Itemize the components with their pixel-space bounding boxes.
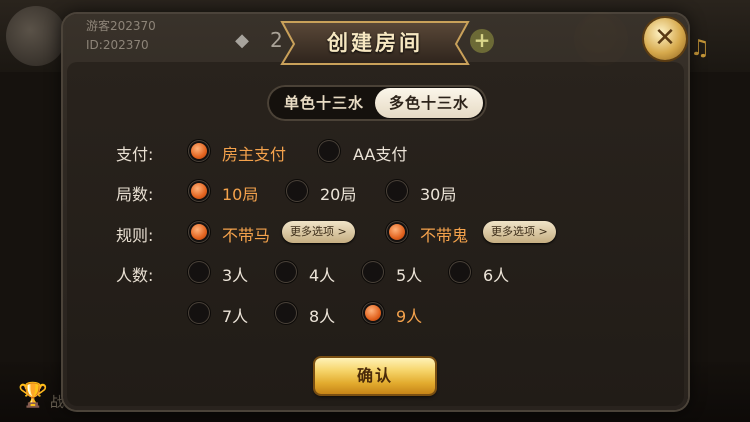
players-4-radio[interactable] [275, 261, 297, 283]
close-icon: ✕ [654, 23, 676, 53]
tab-multi-color[interactable]: 多色十三水 [375, 88, 483, 118]
players-label: 人数: [116, 266, 154, 285]
avatar[interactable] [6, 6, 66, 66]
players-3-label[interactable]: 3人 [222, 262, 248, 286]
payment-label: 支付: [116, 145, 154, 164]
mode-tabs: 单色十三水 多色十三水 [267, 85, 487, 121]
rounds-30-radio[interactable] [386, 180, 408, 202]
payment-aa-label[interactable]: AA支付 [353, 141, 407, 165]
players-6-radio[interactable] [449, 261, 471, 283]
tab-single-color[interactable]: 单色十三水 [273, 88, 375, 118]
players-7-radio[interactable] [188, 302, 210, 324]
payment-aa-radio[interactable] [318, 140, 340, 162]
players-5-radio[interactable] [362, 261, 384, 283]
payment-owner-radio[interactable] [188, 140, 210, 162]
players-9-radio[interactable] [362, 302, 384, 324]
rounds-10-label[interactable]: 10局 [222, 181, 258, 205]
rounds-30-label[interactable]: 30局 [420, 181, 456, 205]
players-7-label[interactable]: 7人 [222, 303, 248, 327]
trophy-icon[interactable]: 🏆 [18, 380, 48, 410]
rule-no-ghost-radio[interactable] [386, 221, 408, 243]
create-room-dialog [63, 14, 688, 410]
diamond-icon: ◆ [235, 30, 249, 51]
rounds-label: 局数: [116, 185, 154, 204]
more-options-button-2[interactable]: 更多选项 > [483, 221, 556, 243]
players-5-label[interactable]: 5人 [396, 262, 422, 286]
players-9-label[interactable]: 9人 [396, 303, 422, 327]
close-button[interactable]: ✕ [644, 18, 686, 60]
title-banner: 创建房间 [276, 14, 474, 66]
confirm-button[interactable]: 确认 [315, 358, 435, 394]
confirm-label: 确认 [356, 366, 393, 385]
more-options-button[interactable]: 更多选项 > [282, 221, 355, 243]
rounds-10-radio[interactable] [188, 180, 210, 202]
rule-no-horse-radio[interactable] [188, 221, 210, 243]
rules-label: 规则: [116, 226, 154, 245]
players-3-radio[interactable] [188, 261, 210, 283]
rounds-20-label[interactable]: 20局 [320, 181, 356, 205]
user-name: 游客202370 [86, 19, 156, 33]
players-8-label[interactable]: 8人 [309, 303, 335, 327]
music-note-icon[interactable]: ♫ [690, 36, 710, 61]
rule-no-ghost-label[interactable]: 不带鬼 [420, 222, 468, 246]
rounds-20-radio[interactable] [286, 180, 308, 202]
dialog-title: 创建房间 [327, 31, 423, 55]
payment-owner-label[interactable]: 房主支付 [222, 141, 286, 165]
players-8-radio[interactable] [275, 302, 297, 324]
user-id: ID:202370 [86, 38, 149, 52]
players-4-label[interactable]: 4人 [309, 262, 335, 286]
players-6-label[interactable]: 6人 [483, 262, 509, 286]
rule-no-horse-label[interactable]: 不带马 [222, 222, 270, 246]
bottom-nav-label: 战 [50, 395, 64, 411]
